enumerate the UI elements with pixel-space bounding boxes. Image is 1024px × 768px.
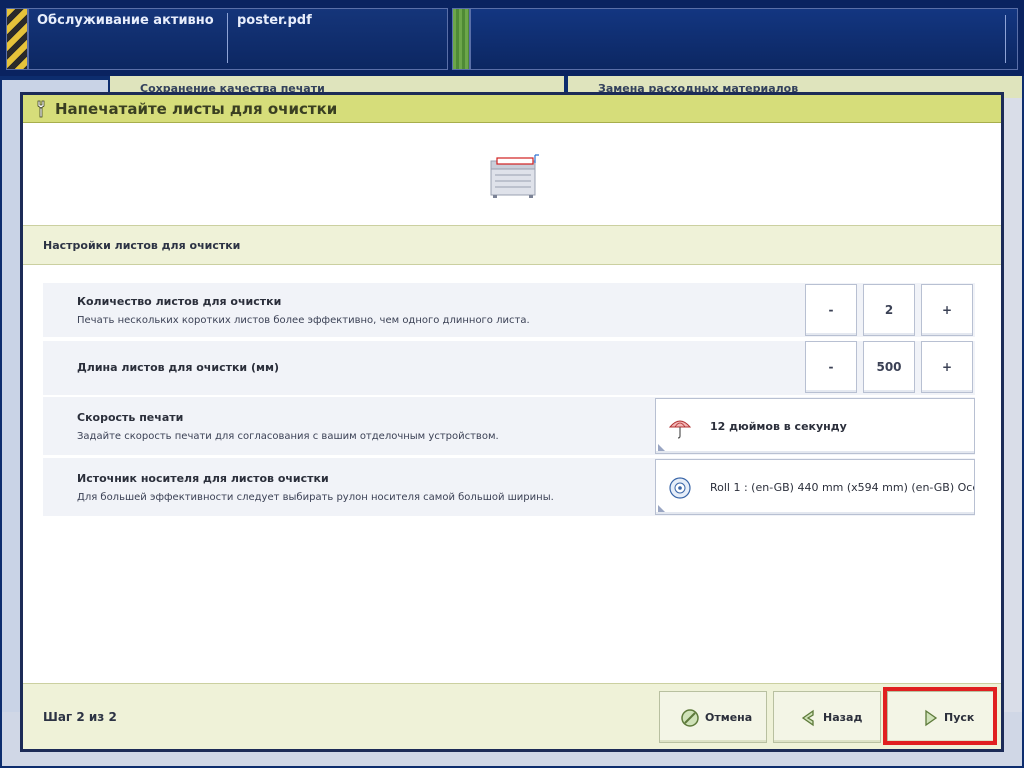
cleaning-sheets-dialog: Напечатайте листы для очистки Настройки … [20,92,1004,752]
back-arrow-icon [801,709,814,727]
sheet-length-row: Длина листов для очистки (мм) - 500 + [43,341,975,395]
dialog-header: Напечатайте листы для очистки [23,95,1001,123]
back-label: Назад [823,711,863,724]
print-speed-title: Скорость печати [77,411,184,424]
sheet-count-decrement-button[interactable]: - [805,284,857,336]
print-speed-row: Скорость печати Задайте скорость печати … [43,397,975,455]
umbrella-speed-icon [668,420,692,439]
sheet-length-title: Длина листов для очистки (мм) [77,361,280,374]
job-status-panel[interactable]: Обслуживание активно poster.pdf [28,8,448,70]
top-status-bar: Обслуживание активно poster.pdf [0,0,1024,76]
dialog-footer: Шаг 2 из 2 Отмена Назад Пуск [23,683,1001,749]
sheet-count-increment-button[interactable]: + [921,284,973,336]
play-icon [925,709,938,727]
sheet-length-value[interactable]: 500 [863,341,915,393]
sheet-count-description: Печать нескольких коротких листов более … [77,315,530,326]
wrench-icon [37,100,45,118]
status-divider [227,13,228,63]
queue-panel[interactable] [470,8,1018,70]
back-button[interactable]: Назад [773,691,881,743]
sheet-count-row: Количество листов для очистки Печать нес… [43,283,975,337]
print-speed-description: Задайте скорость печати для согласования… [77,431,499,442]
current-file-name: poster.pdf [237,13,312,28]
printer-cleaning-icon [490,154,539,198]
settings-section-header: Настройки листов для очистки [23,225,1001,265]
sheet-count-title: Количество листов для очистки [77,295,282,308]
media-source-description: Для большей эффективности следует выбира… [77,492,554,503]
media-source-value: Roll 1 : (en-GB) 440 mm (x594 mm) (en-GB… [710,481,975,494]
sheet-length-decrement-button[interactable]: - [805,341,857,393]
media-source-title: Источник носителя для листов очистки [77,472,329,485]
cancel-button[interactable]: Отмена [659,691,767,743]
background-right-panel [1002,98,1022,718]
media-roll-icon [669,477,691,499]
start-button[interactable]: Пуск [887,691,995,743]
media-source-select[interactable]: Roll 1 : (en-GB) 440 mm (x594 mm) (en-GB… [655,459,975,515]
sheet-length-increment-button[interactable]: + [921,341,973,393]
media-source-row: Источник носителя для листов очистки Для… [43,458,975,516]
queue-indicator [452,8,470,70]
select-corner-indicator [658,505,665,512]
select-corner-indicator [658,444,665,451]
dialog-title: Напечатайте листы для очистки [55,100,338,118]
cancel-label: Отмена [705,711,753,724]
sheet-count-value[interactable]: 2 [863,284,915,336]
maintenance-hazard-icon [6,8,28,70]
settings-section-title: Настройки листов для очистки [43,239,241,252]
step-indicator: Шаг 2 из 2 [43,710,117,724]
cancel-icon [681,709,699,727]
maintenance-status-text: Обслуживание активно [37,13,214,28]
queue-divider [1005,15,1006,63]
start-label: Пуск [944,711,975,724]
print-speed-value: 12 дюймов в секунду [710,420,847,433]
print-speed-select[interactable]: 12 дюймов в секунду [655,398,975,454]
